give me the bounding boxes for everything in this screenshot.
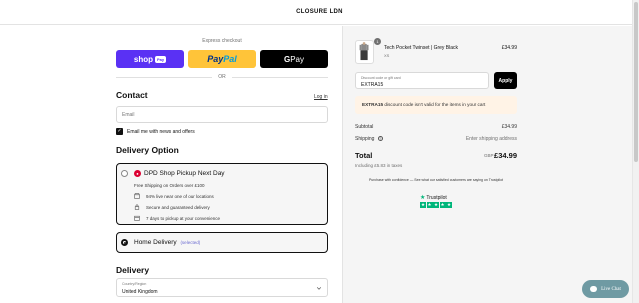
warning-code: EXTRA15 bbox=[362, 102, 384, 107]
dpd-option-title: DPD Shop Pickup Next Day bbox=[144, 170, 225, 177]
shipping-value: Enter shipping address bbox=[465, 136, 517, 142]
newsletter-row[interactable]: ✓ Email me with news and offers bbox=[116, 128, 195, 135]
paypal-button[interactable]: Pay Pal bbox=[188, 50, 256, 68]
calendar-icon bbox=[134, 215, 140, 221]
newsletter-checkbox[interactable]: ✓ bbox=[116, 128, 123, 135]
lock-icon bbox=[134, 204, 140, 210]
warning-message: discount code isn't valid for the items … bbox=[383, 102, 486, 107]
dpd-free-shipping: Free Shipping on Orders over £100 bbox=[134, 183, 205, 188]
product-image bbox=[359, 42, 369, 61]
shop-pay-pill: Pay bbox=[154, 55, 167, 63]
shop-pay-button[interactable]: shop Pay bbox=[116, 50, 184, 68]
dpd-logo-icon: ● bbox=[134, 170, 141, 177]
or-divider: OR bbox=[116, 74, 328, 80]
login-link[interactable]: Log in bbox=[314, 94, 328, 100]
page-scrollbar[interactable] bbox=[632, 0, 639, 303]
dpd-pickup-option[interactable]: ● DPD Shop Pickup Next Day Free Shipping… bbox=[116, 163, 328, 225]
live-chat-button[interactable]: Live Chat bbox=[582, 280, 629, 298]
star-icon: ★ bbox=[420, 202, 426, 208]
google-pay-text: Pay bbox=[290, 54, 305, 64]
discount-label: Discount code or gift card bbox=[361, 76, 401, 80]
country-value: United Kingdom bbox=[122, 289, 158, 295]
brand-logo[interactable]: CLOSURE LDN bbox=[0, 9, 639, 15]
paypal-text-1: Pay bbox=[207, 54, 224, 64]
item-variant: XS bbox=[384, 53, 390, 58]
subtotal-value: £34.99 bbox=[501, 124, 517, 130]
shipping-row: Shipping ? Enter shipping address bbox=[355, 136, 517, 142]
delivery-title: Delivery bbox=[116, 265, 150, 275]
express-checkout-label: Express checkout bbox=[202, 38, 242, 44]
discount-code-field[interactable]: Discount code or gift card EXTRA15 bbox=[355, 72, 489, 89]
total-value: £34.99 bbox=[494, 151, 517, 160]
selected-tag: (selected) bbox=[180, 240, 201, 245]
country-label: Country/Region bbox=[122, 282, 147, 286]
shop-pay-text: shop bbox=[133, 54, 153, 64]
discount-warning-text: EXTRA15 discount code isn't valid for th… bbox=[362, 102, 485, 107]
shipping-label: Shipping bbox=[355, 136, 375, 142]
star-icon: ★ bbox=[433, 202, 439, 208]
chevron-down-icon bbox=[316, 287, 322, 290]
live-chat-label: Live Chat bbox=[601, 286, 621, 292]
star-icon: ★ bbox=[446, 202, 452, 208]
dpd-feature-row: 7 days to pickup at your convenience bbox=[134, 215, 220, 221]
quantity-badge: 1 bbox=[374, 38, 381, 45]
item-price: £34.99 bbox=[501, 45, 517, 51]
trustpilot-star-icon: ★ bbox=[420, 195, 426, 201]
trustpilot-stars: ★ ★ ★ ★ ★ bbox=[420, 202, 454, 208]
chat-bubble-icon bbox=[590, 286, 598, 292]
trustpilot-label: Trustpilot bbox=[426, 194, 447, 201]
total-currency: GBP bbox=[484, 153, 494, 158]
star-icon: ★ bbox=[439, 202, 446, 208]
dpd-feature-row: Secure and guaranteed delivery bbox=[134, 204, 210, 210]
or-line-right bbox=[232, 77, 328, 78]
subtotal-label: Subtotal bbox=[355, 124, 374, 130]
subtotal-row: Subtotal £34.99 bbox=[355, 124, 517, 130]
google-pay-button[interactable]: G Pay bbox=[260, 50, 328, 68]
product-thumbnail bbox=[355, 40, 374, 64]
scrollbar-thumb[interactable] bbox=[634, 2, 638, 162]
contact-title: Contact bbox=[116, 90, 148, 100]
dpd-feature-text: 7 days to pickup at your convenience bbox=[146, 215, 221, 221]
email-field[interactable] bbox=[116, 106, 328, 123]
dpd-feature-row: 94% live near one of our locations bbox=[134, 193, 214, 199]
trustpilot-badge[interactable]: ★ Trustpilot ★ ★ ★ ★ ★ bbox=[420, 194, 454, 208]
trustpilot-title: ★ Trustpilot bbox=[420, 194, 454, 202]
dpd-feature-text: 94% live near one of our locations bbox=[146, 193, 214, 199]
store-icon bbox=[134, 193, 140, 199]
apply-button[interactable]: Apply bbox=[494, 72, 517, 89]
home-delivery-radio[interactable] bbox=[121, 239, 128, 246]
paypal-text-2: Pal bbox=[223, 54, 237, 64]
site-header: CLOSURE LDN bbox=[0, 0, 639, 25]
total-label: Total bbox=[355, 151, 373, 160]
taxes-note: Including £5.83 in taxes bbox=[355, 163, 403, 168]
newsletter-label: Email me with news and offers bbox=[127, 128, 195, 135]
confidence-text: Purchase with confidence — See what our … bbox=[368, 178, 504, 182]
home-delivery-title-row: Home Delivery (selected) bbox=[134, 239, 200, 246]
star-icon: ★ bbox=[426, 202, 433, 208]
home-delivery-option[interactable]: Home Delivery (selected) bbox=[116, 232, 328, 253]
delivery-option-title: Delivery Option bbox=[116, 145, 179, 155]
discount-value: EXTRA15 bbox=[361, 82, 384, 88]
home-delivery-title: Home Delivery bbox=[134, 239, 177, 246]
dpd-radio[interactable] bbox=[121, 170, 128, 177]
country-select[interactable]: Country/Region United Kingdom bbox=[116, 278, 328, 297]
dpd-feature-text: Secure and guaranteed delivery bbox=[146, 204, 210, 210]
help-icon[interactable]: ? bbox=[377, 136, 383, 142]
discount-warning: EXTRA15 discount code isn't valid for th… bbox=[355, 96, 517, 114]
item-name: Tech Pocket Twinset | Grey Black bbox=[384, 45, 459, 51]
